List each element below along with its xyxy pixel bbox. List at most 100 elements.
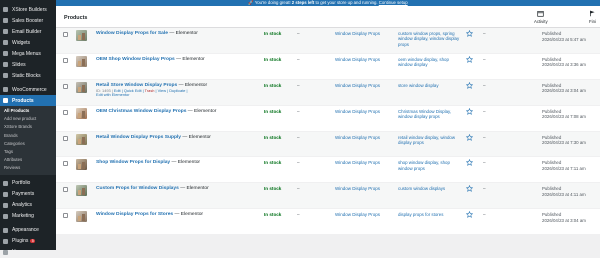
analytics-icon [3,202,8,208]
product-name: Custom Props for Window Displays — Eleme… [96,186,276,192]
sidebar-item-mega-menus[interactable]: Mega Menus [0,48,56,59]
row-checkbox[interactable] [63,213,68,219]
product-title-link[interactable]: Window Display Props for Sale [96,31,168,36]
submenu-add-new-product[interactable]: Add new product [0,115,56,123]
finish-setup-button[interactable]: Fini [589,10,596,24]
sidebar-item-products[interactable]: Products [0,95,56,106]
submenu-categories[interactable]: Categories [0,140,56,148]
xstore-icon [3,7,8,12]
category-link[interactable]: Window Display Props [335,186,395,191]
continue-setup-link[interactable]: Continue setup [379,0,408,5]
category-link[interactable]: Window Display Props [335,57,395,62]
product-suffix: — Elementor [178,186,209,192]
row-actions: ID: 1493 | Edit | Quick Edit | Trash | V… [96,87,188,98]
category-link[interactable]: Window Display Props [335,83,395,88]
featured-star-icon[interactable] [465,133,474,141]
product-thumbnail[interactable] [76,133,87,145]
sidebar-item-widgets[interactable]: Widgets [0,37,56,48]
blocks-icon [3,73,8,78]
product-title-link[interactable]: OEM Shop Window Display Props [96,57,175,62]
submenu-attributes[interactable]: Attributes [0,156,56,164]
sidebar-item-appearance[interactable]: Appearance [0,225,56,236]
submenu-reviews[interactable]: Reviews [0,164,56,172]
duplicate-link[interactable]: Duplicate [169,88,185,93]
sidebar-item-woocommerce[interactable]: WooCommerce [0,84,56,95]
featured-star-icon[interactable] [465,185,474,193]
sidebar-item-label: Mega Menus [12,50,41,57]
product-title-link[interactable]: Shop Window Props for Display [96,160,170,165]
stock-status: In stock [264,186,282,192]
stock-status: In stock [264,108,282,114]
tags-links[interactable]: custom window props, spring window displ… [398,31,462,47]
sidebar-item-static-blocks[interactable]: Static Blocks [0,70,56,81]
row-checkbox[interactable] [63,161,68,167]
tags-links[interactable]: Christmas Window Display, window display… [398,109,462,120]
row-checkbox[interactable] [63,187,68,193]
submenu-brands[interactable]: Brands [0,132,56,140]
submenu-xstore-brands[interactable]: XStore Brands [0,123,56,131]
trash-link[interactable]: Trash [145,88,155,93]
product-thumbnail[interactable] [76,211,87,223]
product-title-link[interactable]: Window Display Props for Stores [96,212,173,217]
tags-links[interactable]: display props for stores [398,212,462,217]
product-title-link[interactable]: Custom Props for Window Displays [96,186,179,191]
product-thumbnail[interactable] [76,107,87,119]
category-link[interactable]: Window Display Props [335,135,395,140]
table-row: OEM Shop Window Display Props — Elemento… [56,53,600,80]
products-submenu: All Products Add new product XStore Bran… [0,106,56,175]
slides-icon [3,62,8,67]
sidebar-item-email-builder[interactable]: Email Builder [0,26,56,37]
product-thumbnail[interactable] [76,159,87,171]
sidebar-item-sales-booster[interactable]: Sales Booster [0,15,56,26]
category-link[interactable]: Window Display Props [335,212,395,217]
featured-star-icon[interactable] [465,107,474,115]
sidebar-item-label: Products [12,97,34,104]
row-checkbox[interactable] [63,109,68,115]
sidebar-item-plugins[interactable]: Plugins 5 [0,236,56,247]
product-thumbnail[interactable] [76,30,87,41]
sidebar-item-payments[interactable]: Payments [0,189,56,200]
table-row: Retail Store Window Display Props — Elem… [56,79,600,106]
submenu-all-products[interactable]: All Products [0,107,56,115]
edit-with-elementor-link[interactable]: Edit with Elementor [96,92,130,98]
sidebar-item-analytics[interactable]: Analytics [0,200,56,211]
featured-star-icon[interactable] [465,211,474,219]
submenu-tags[interactable]: Tags [0,148,56,156]
product-title-link[interactable]: OEM Christmas Window Display Props [96,109,186,114]
row-checkbox[interactable] [63,32,68,37]
product-name: Window Display Props for Sale — Elemento… [96,31,276,37]
featured-star-icon[interactable] [465,55,474,63]
woocommerce-icon [3,87,8,92]
featured-star-icon[interactable] [465,81,474,89]
product-name: Retail Window Display Props Supply — Ele… [96,135,276,141]
view-link[interactable]: View [158,88,166,93]
featured-star-icon[interactable] [465,159,474,167]
row-checkbox[interactable] [63,83,68,89]
category-link[interactable]: Window Display Props [335,31,395,36]
sidebar-item-users[interactable]: Users [0,247,56,258]
product-suffix: — Elementor [186,108,217,114]
product-thumbnail[interactable] [76,81,87,93]
product-name: OEM Christmas Window Display Props — Ele… [96,109,276,115]
tags-links[interactable]: shop window display, shop window props [398,160,462,171]
sidebar-item-marketing[interactable]: Marketing [0,211,56,222]
row-checkbox[interactable] [63,135,68,141]
tags-links[interactable]: store window display [398,83,462,88]
row-checkbox[interactable] [63,57,68,63]
product-thumbnail[interactable] [76,55,87,67]
tags-links[interactable]: oem window display, shop window display [398,57,462,68]
category-link[interactable]: Window Display Props [335,160,395,165]
sidebar-item-portfolio[interactable]: Portfolio [0,178,56,189]
featured-star-icon[interactable] [465,29,474,37]
activity-button[interactable]: Activity [534,10,548,24]
products-icon [3,98,8,103]
product-title-link[interactable]: Retail Window Display Props Supply [96,135,181,140]
sidebar-item-label: Plugins [12,238,29,244]
product-thumbnail[interactable] [76,185,87,197]
tags-links[interactable]: custom window displays [398,186,462,191]
sidebar-item-slides[interactable]: Slides [0,59,56,70]
sidebar-item-xstore-builders[interactable]: XStore Builders [0,4,56,15]
category-link[interactable]: Window Display Props [335,109,395,114]
tags-links[interactable]: retail window display, window display pr… [398,135,462,146]
date-cell: Published 2026/04/23 at 3:36 am [542,57,586,68]
